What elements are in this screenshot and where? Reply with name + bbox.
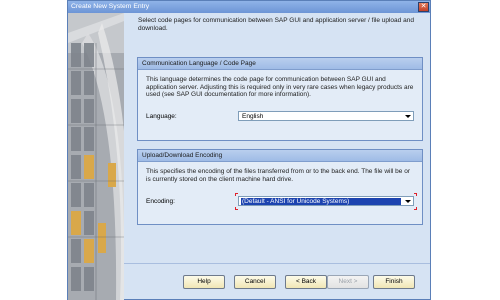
focus-marker bbox=[235, 207, 238, 210]
footer-divider bbox=[124, 263, 430, 264]
encoding-group: Upload/Download Encoding This specifies … bbox=[137, 149, 423, 225]
language-group-title: Communication Language / Code Page bbox=[138, 58, 422, 70]
focus-marker bbox=[235, 193, 238, 196]
encoding-group-title: Upload/Download Encoding bbox=[138, 150, 422, 162]
encoding-select[interactable]: (Default - ANSI for Unicode Systems) bbox=[238, 196, 414, 206]
language-description: This language determines the code page f… bbox=[146, 76, 414, 98]
encoding-label: Encoding: bbox=[146, 198, 175, 205]
back-button[interactable]: < Back bbox=[285, 275, 327, 289]
language-group: Communication Language / Code Page This … bbox=[137, 57, 423, 141]
intro-text: Select code pages for communication betw… bbox=[138, 17, 414, 32]
encoding-value: (Default - ANSI for Unicode Systems) bbox=[241, 198, 401, 205]
window-title: Create New System Entry bbox=[71, 3, 150, 10]
language-value: English bbox=[242, 113, 264, 120]
close-icon: ✕ bbox=[420, 3, 427, 10]
focus-marker bbox=[414, 193, 417, 196]
language-label: Language: bbox=[146, 113, 177, 120]
next-button[interactable]: Next > bbox=[327, 275, 369, 289]
finish-button[interactable]: Finish bbox=[373, 275, 415, 289]
decorative-side-image bbox=[68, 13, 124, 300]
help-button[interactable]: Help bbox=[183, 275, 225, 289]
language-select[interactable]: English bbox=[238, 111, 414, 121]
encoding-description: This specifies the encoding of the files… bbox=[146, 168, 410, 183]
focus-marker bbox=[414, 207, 417, 210]
dialog-window: Create New System Entry ✕ Select code pa… bbox=[67, 0, 431, 300]
cancel-button[interactable]: Cancel bbox=[234, 275, 276, 289]
chevron-down-icon[interactable] bbox=[404, 113, 412, 120]
title-bar[interactable]: Create New System Entry ✕ bbox=[68, 1, 430, 13]
building-facade-graphic bbox=[68, 13, 124, 300]
chevron-down-icon[interactable] bbox=[404, 198, 412, 205]
close-button[interactable]: ✕ bbox=[418, 2, 429, 12]
